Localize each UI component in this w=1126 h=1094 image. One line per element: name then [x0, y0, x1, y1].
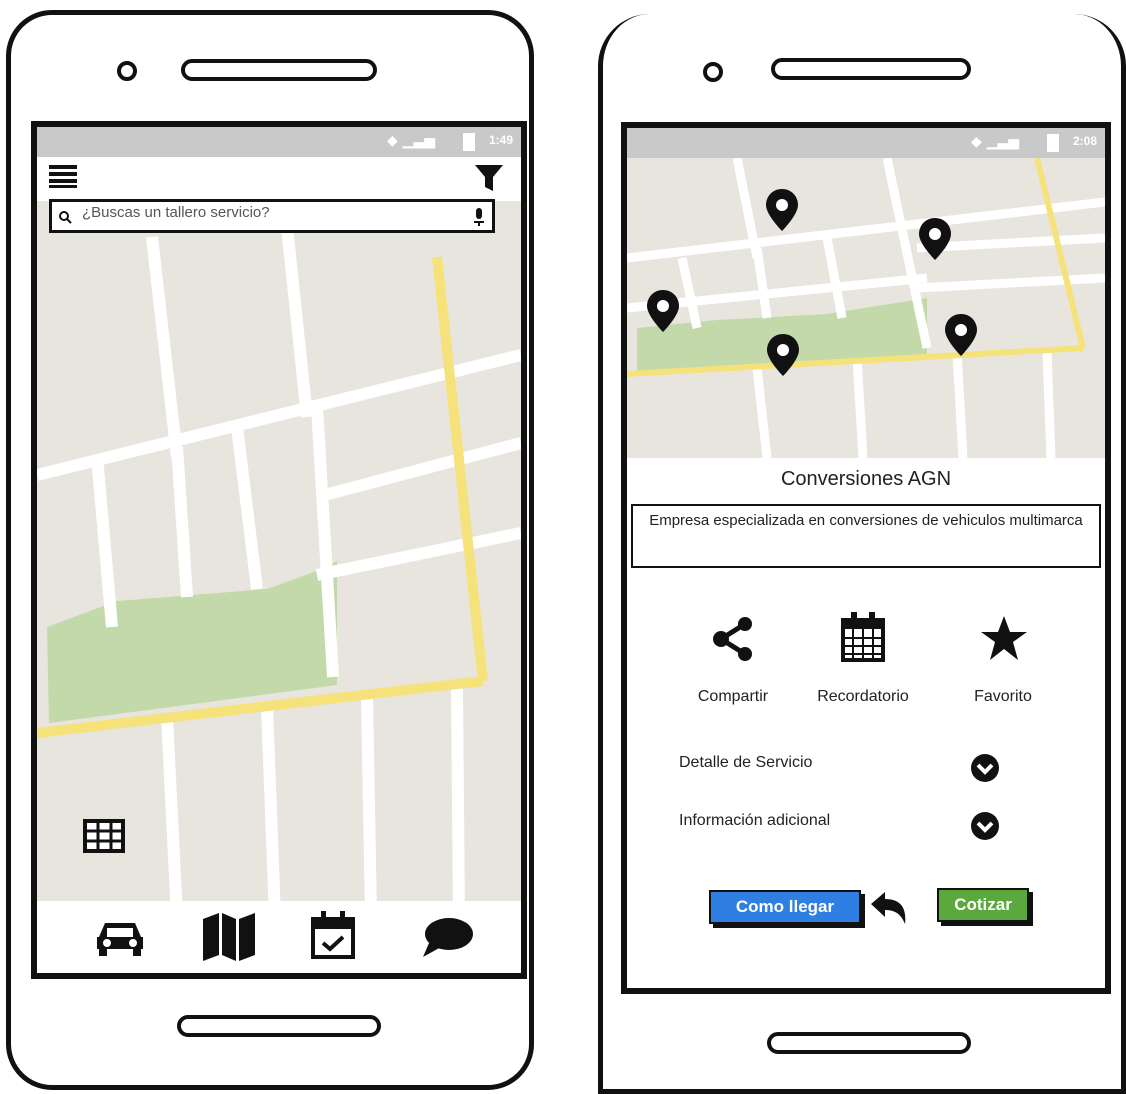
- screen-map-search: ◆ ▁▃▅ 1:49 ¿Buscas un tallero servicio?: [31, 121, 527, 979]
- microphone-icon[interactable]: [474, 208, 484, 226]
- screen-business-detail: ◆ ▁▃▅ 2:08 Conversiones AGN Empresa espe…: [621, 122, 1111, 994]
- filter-icon[interactable]: [475, 165, 503, 191]
- chat-bubble-icon[interactable]: [423, 917, 473, 957]
- action-label-reminder[interactable]: Recordatorio: [793, 688, 933, 706]
- status-bar: ◆ ▁▃▅ 1:49: [37, 127, 521, 157]
- section-service-detail[interactable]: Detalle de Servicio: [679, 754, 812, 772]
- search-bar[interactable]: ¿Buscas un tallero servicio?: [49, 199, 495, 233]
- action-label-favorite[interactable]: Favorito: [933, 688, 1073, 706]
- status-time: 2:08: [1072, 134, 1097, 148]
- front-camera: [703, 62, 723, 82]
- action-label-share[interactable]: Compartir: [663, 688, 803, 706]
- wifi-signal-icon: ◆ ▁▃▅: [971, 134, 1019, 150]
- business-description: Empresa especializada en conversiones de…: [631, 504, 1101, 568]
- calendar-icon[interactable]: [841, 612, 885, 662]
- home-bar: [767, 1032, 971, 1054]
- reply-arrow-icon[interactable]: [869, 890, 909, 926]
- earpiece-speaker: [181, 59, 377, 81]
- chevron-down-icon[interactable]: [971, 812, 999, 840]
- battery-icon: [1047, 134, 1059, 152]
- front-camera: [117, 61, 137, 81]
- calendar-check-icon[interactable]: [311, 911, 355, 959]
- section-additional-info[interactable]: Información adicional: [679, 812, 830, 830]
- status-bar: ◆ ▁▃▅ 2:08: [627, 128, 1105, 158]
- search-icon: [58, 210, 72, 224]
- home-bar: [177, 1015, 381, 1037]
- phone-frame-right: ◆ ▁▃▅ 2:08 Conversiones AGN Empresa espe…: [598, 14, 1126, 1094]
- map-icon[interactable]: [203, 913, 255, 961]
- chevron-down-icon[interactable]: [971, 754, 999, 782]
- star-icon[interactable]: [981, 616, 1027, 660]
- business-name: Conversiones AGN: [780, 468, 952, 490]
- grid-icon[interactable]: [83, 819, 125, 853]
- map-view[interactable]: [37, 157, 521, 917]
- share-icon[interactable]: [711, 616, 755, 662]
- map-view[interactable]: [627, 158, 1105, 458]
- quote-button[interactable]: Cotizar: [937, 888, 1029, 922]
- directions-button[interactable]: Como llegar: [709, 890, 861, 924]
- wifi-signal-icon: ◆ ▁▃▅: [387, 133, 435, 149]
- car-icon[interactable]: [95, 919, 145, 957]
- phone-frame-left: ◆ ▁▃▅ 1:49 ¿Buscas un tallero servicio?: [6, 10, 534, 1090]
- status-time: 1:49: [488, 133, 513, 147]
- hamburger-menu-icon[interactable]: [49, 163, 77, 189]
- battery-icon: [463, 133, 475, 151]
- earpiece-speaker: [771, 58, 971, 80]
- search-input[interactable]: ¿Buscas un tallero servicio?: [82, 204, 270, 221]
- bottom-navigation: [37, 901, 521, 973]
- top-toolbar: [37, 157, 521, 201]
